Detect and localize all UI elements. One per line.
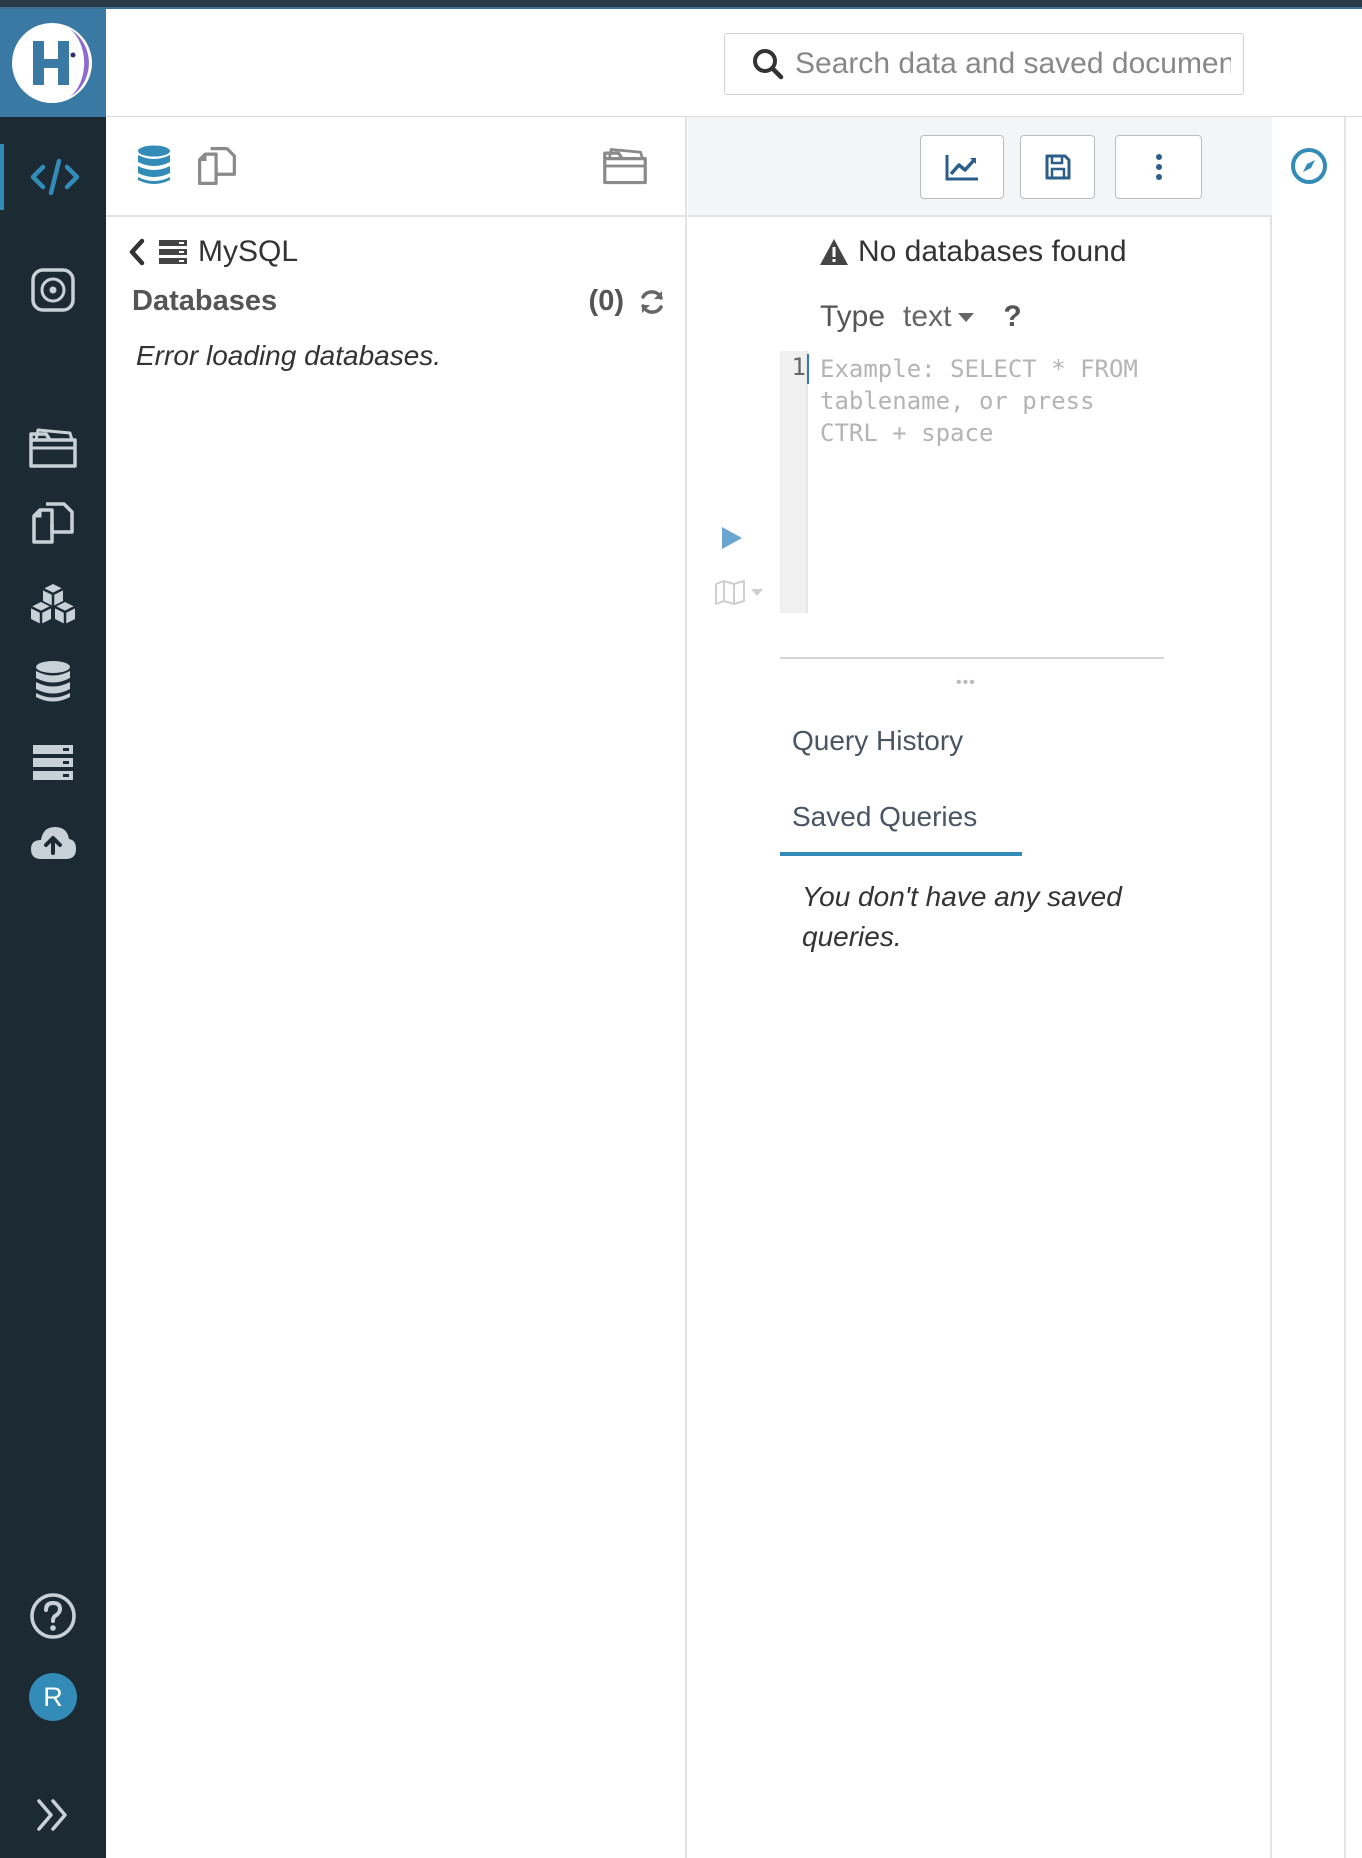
line-chart-icon bbox=[945, 155, 978, 181]
resize-handle[interactable]: ••• bbox=[956, 674, 976, 692]
tab-saved-queries[interactable]: Saved Queries bbox=[792, 801, 977, 833]
type-row: Type text ? bbox=[820, 300, 1022, 334]
copy-icon bbox=[198, 147, 236, 185]
chart-button[interactable] bbox=[920, 135, 1004, 199]
target-icon bbox=[31, 268, 75, 312]
nav-collapse[interactable] bbox=[0, 1782, 106, 1848]
server-icon bbox=[159, 240, 187, 264]
folder-open-icon bbox=[603, 148, 647, 185]
avatar: R bbox=[29, 1673, 77, 1721]
nav-hbase[interactable] bbox=[0, 729, 106, 795]
cloud-upload-icon bbox=[31, 827, 76, 859]
global-search[interactable] bbox=[724, 33, 1244, 95]
warning-text: No databases found bbox=[858, 235, 1127, 268]
assist-documents-tab[interactable] bbox=[602, 145, 648, 192]
nav-help[interactable] bbox=[0, 1583, 106, 1649]
save-button[interactable] bbox=[1020, 135, 1095, 199]
play-icon bbox=[722, 527, 742, 549]
databases-count: (0) bbox=[588, 285, 624, 317]
nav-files[interactable] bbox=[0, 490, 106, 556]
editor-gutter bbox=[780, 351, 808, 613]
nav-user[interactable]: R bbox=[0, 1664, 106, 1730]
databases-title: Databases bbox=[132, 285, 278, 317]
server-icon bbox=[33, 745, 73, 780]
assist-files-tab[interactable] bbox=[196, 145, 238, 192]
compass-icon bbox=[1291, 148, 1327, 184]
app-logo[interactable] bbox=[0, 9, 106, 117]
snippet-button[interactable] bbox=[714, 579, 764, 605]
double-chevron-right-icon bbox=[37, 1799, 67, 1831]
nav-importer[interactable] bbox=[0, 809, 106, 875]
map-icon bbox=[715, 580, 745, 605]
databases-header: Databases (0) bbox=[132, 285, 666, 318]
right-assist-toggle[interactable] bbox=[1290, 147, 1328, 190]
top-header bbox=[106, 9, 1362, 117]
nav-tables[interactable] bbox=[0, 571, 106, 637]
type-label: Type bbox=[820, 300, 886, 333]
no-databases-warning: No databases found bbox=[818, 235, 1127, 269]
run-button[interactable] bbox=[720, 525, 744, 556]
tab-query-history[interactable]: Query History bbox=[792, 725, 963, 757]
text-cursor bbox=[807, 354, 809, 384]
top-strip bbox=[0, 0, 1362, 9]
search-input[interactable] bbox=[793, 46, 1233, 82]
database-icon bbox=[138, 145, 170, 184]
assist-databases-tab[interactable] bbox=[136, 145, 172, 192]
breadcrumb: MySQL bbox=[126, 235, 298, 269]
avatar-initial: R bbox=[43, 1681, 63, 1712]
line-number: 1 bbox=[791, 353, 806, 381]
editor-toolbar bbox=[688, 117, 1272, 217]
right-assist-rail bbox=[1274, 117, 1346, 1858]
refresh-icon[interactable] bbox=[638, 288, 666, 316]
editor-panel: No databases found Type text ? 1 Example… bbox=[688, 117, 1272, 1858]
copy-icon bbox=[32, 502, 74, 544]
nav-dashboard[interactable] bbox=[0, 257, 106, 323]
hue-logo-icon bbox=[12, 23, 92, 103]
saved-queries-empty: You don't have any saved queries. bbox=[802, 881, 1122, 952]
code-icon bbox=[30, 158, 80, 196]
source-name[interactable]: MySQL bbox=[198, 235, 298, 269]
cubes-icon bbox=[30, 584, 76, 624]
search-icon bbox=[753, 49, 784, 80]
warning-icon bbox=[820, 239, 848, 265]
editor-divider bbox=[780, 657, 1164, 659]
left-navigation: R bbox=[0, 9, 106, 1858]
save-icon bbox=[1045, 154, 1070, 180]
folder-open-icon bbox=[29, 428, 77, 468]
nav-documents[interactable] bbox=[0, 415, 106, 481]
type-value: text bbox=[903, 300, 952, 333]
more-options-button[interactable] bbox=[1115, 135, 1202, 199]
active-tab-indicator bbox=[780, 852, 1022, 856]
assist-toolbar bbox=[106, 117, 687, 217]
nav-databases[interactable] bbox=[0, 649, 106, 715]
type-help[interactable]: ? bbox=[1003, 300, 1021, 334]
assist-panel: MySQL Databases (0) Error loading databa… bbox=[106, 117, 687, 1858]
question-circle-icon bbox=[30, 1593, 76, 1639]
caret-down-icon bbox=[958, 313, 975, 322]
chevron-left-icon[interactable] bbox=[126, 237, 148, 267]
vertical-ellipsis-icon bbox=[1155, 154, 1162, 180]
caret-down-icon bbox=[751, 589, 763, 596]
database-icon bbox=[36, 661, 70, 702]
nav-editor[interactable] bbox=[0, 144, 106, 210]
databases-error: Error loading databases. bbox=[136, 340, 442, 371]
type-select[interactable]: text bbox=[903, 300, 975, 334]
query-editor[interactable]: Example: SELECT * FROM tablename, or pre… bbox=[820, 353, 1150, 449]
